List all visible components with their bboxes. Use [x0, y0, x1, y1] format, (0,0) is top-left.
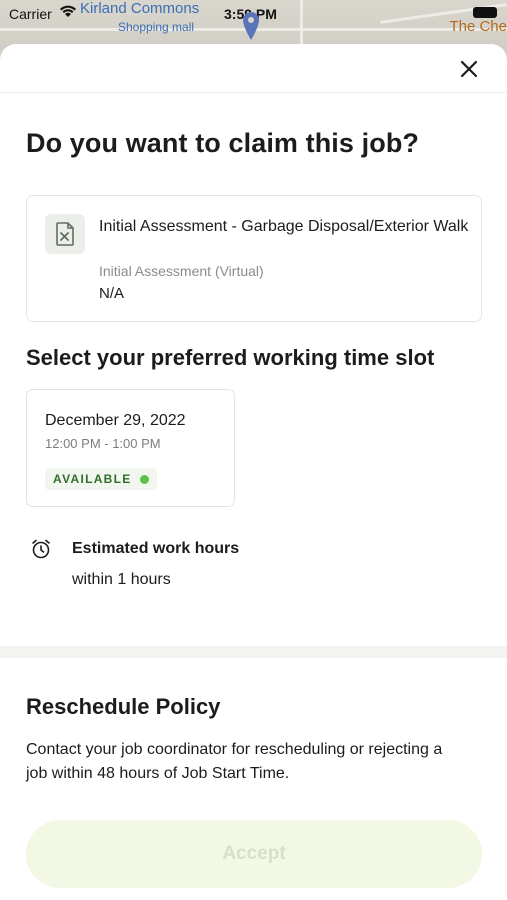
slot-date: December 29, 2022: [45, 412, 186, 429]
map-place-name: Kirland Commons: [80, 0, 200, 17]
status-carrier: Carrier: [9, 6, 52, 22]
status-badge: AVAILABLE: [45, 468, 157, 490]
document-tools-icon: [56, 222, 74, 246]
estimated-hours-value: within 1 hours: [72, 571, 171, 588]
header-divider: [0, 92, 507, 93]
accept-button[interactable]: Accept: [26, 820, 482, 888]
job-icon-box: [45, 214, 85, 254]
close-button[interactable]: [457, 57, 481, 81]
map-place-subtitle: Shopping mall: [118, 20, 195, 34]
wifi-icon: [60, 5, 76, 17]
map-pin-icon: [243, 12, 259, 40]
claim-job-sheet: Do you want to claim this job? Initial A…: [0, 44, 507, 900]
page-title: Do you want to claim this job?: [26, 128, 420, 158]
job-card: Initial Assessment - Garbage Disposal/Ex…: [26, 195, 482, 322]
slot-time: 12:00 PM - 1:00 PM: [45, 436, 161, 451]
job-type: Initial Assessment (Virtual): [99, 263, 264, 279]
time-slot-section-title: Select your preferred working time slot: [26, 345, 435, 370]
accept-button-label: Accept: [222, 843, 286, 864]
map-place-label: The Che: [449, 18, 507, 35]
reschedule-policy-title: Reschedule Policy: [26, 694, 221, 719]
battery-icon: [473, 7, 497, 18]
job-extra-info: N/A: [99, 285, 125, 302]
section-divider: [0, 646, 507, 658]
close-icon: [460, 60, 478, 78]
estimated-hours-label: Estimated work hours: [72, 540, 240, 557]
status-badge-label: AVAILABLE: [53, 472, 132, 486]
alarm-clock-icon: [32, 539, 50, 559]
job-title: Initial Assessment - Garbage Disposal/Ex…: [99, 218, 469, 235]
status-dot-icon: [139, 474, 149, 484]
reschedule-policy-text: Contact your job coordinator for resched…: [26, 741, 443, 782]
time-slot-card[interactable]: December 29, 2022 12:00 PM - 1:00 PM AVA…: [26, 389, 235, 507]
